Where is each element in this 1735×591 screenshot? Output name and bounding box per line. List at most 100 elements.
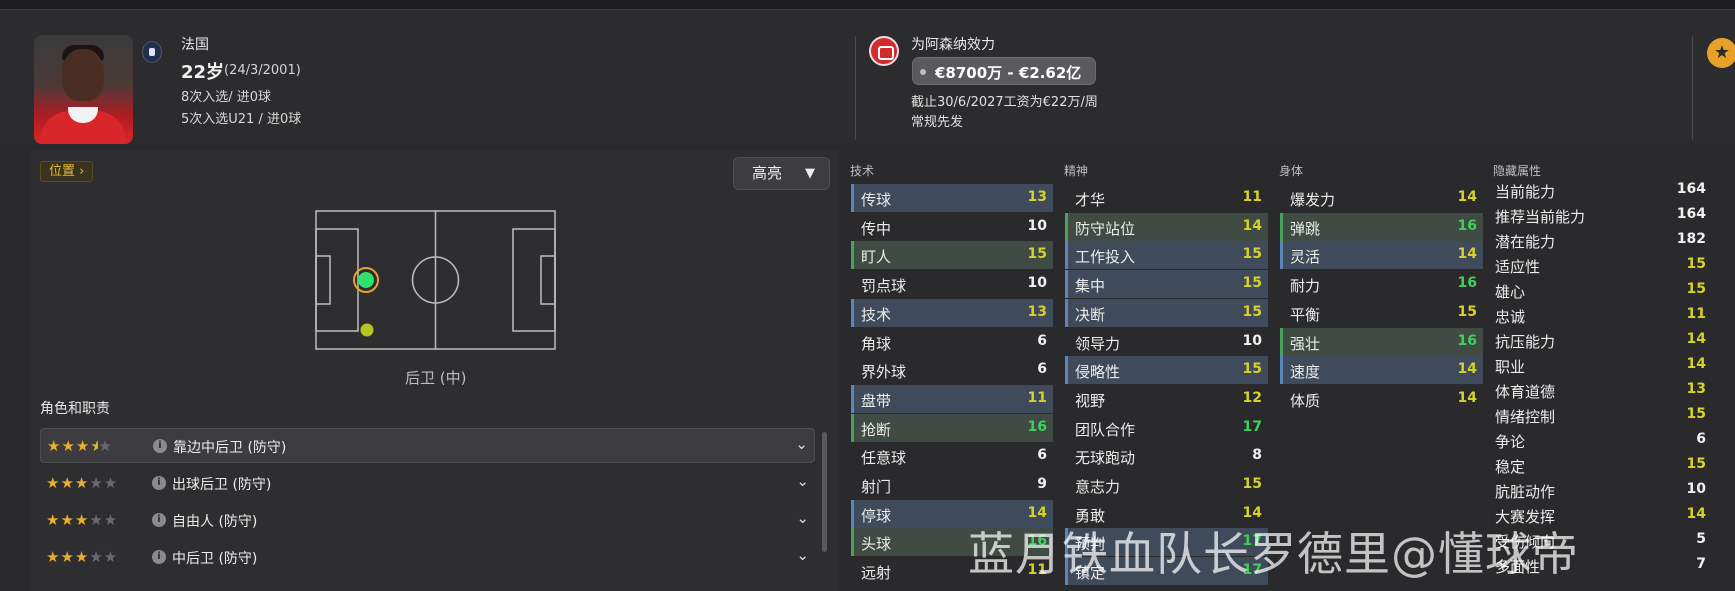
attr-name: 适应性 (1495, 258, 1541, 276)
hidden-attr-row[interactable]: 当前能力 164 (1493, 178, 1710, 203)
hidden-attr-row[interactable]: 争论 6 (1493, 428, 1710, 453)
attr-name: 传球 (861, 191, 892, 209)
role-row[interactable]: ★★★★★ i 出球后卫 (防守) ⌄ (40, 466, 815, 501)
role-row[interactable]: ★★★★★ i 靠边中后卫 (防守) ⌄ (40, 428, 815, 463)
physical-attr-row[interactable]: 强壮 16 (1280, 327, 1483, 356)
technical-attr-row[interactable]: 罚点球 10 (851, 270, 1053, 298)
attr-value: 16 (1457, 275, 1477, 292)
technical-attr-row[interactable]: 抢断 16 (851, 413, 1053, 442)
info-icon[interactable]: i (152, 513, 166, 527)
hidden-attr-row[interactable]: 雄心 15 (1493, 278, 1710, 303)
mental-attr-row[interactable]: 防守站位 14 (1065, 212, 1268, 241)
mental-attr-row[interactable]: 视野 12 (1065, 385, 1268, 413)
attr-value: 16 (1027, 418, 1047, 435)
attr-value: 6 (1037, 361, 1047, 378)
highlight-bar (851, 384, 854, 413)
hidden-attr-row[interactable]: 职业 14 (1493, 353, 1710, 378)
nationality[interactable]: 法国 (181, 34, 209, 54)
role-row[interactable]: ★★★★★ i 中后卫 (防守) ⌄ (40, 540, 815, 575)
attr-value: 13 (1027, 303, 1047, 320)
chevron-down-icon[interactable]: ⌄ (796, 546, 809, 564)
hidden-attr-row[interactable]: 体育道德 13 (1493, 378, 1710, 403)
header-divider-right (1692, 36, 1693, 140)
attr-value: 5 (1696, 531, 1706, 547)
attr-value: 164 (1676, 206, 1706, 222)
highlight-bar (1065, 241, 1068, 270)
attr-name: 稳定 (1495, 458, 1526, 476)
mental-attr-row[interactable]: 决断 15 (1065, 298, 1268, 327)
attr-name: 传中 (861, 219, 892, 238)
mental-attr-row[interactable]: 工作投入 15 (1065, 241, 1268, 270)
attr-value: 15 (1027, 246, 1047, 263)
highlight-dropdown[interactable]: 高亮 ▼ (733, 157, 830, 190)
club-line[interactable]: 为阿森纳效力 (911, 34, 995, 54)
hidden-attr-row[interactable]: 忠诚 11 (1493, 303, 1710, 328)
roles-scrollbar[interactable] (822, 432, 827, 552)
club-badge-icon[interactable] (869, 36, 899, 66)
technical-attr-row[interactable]: 盘带 11 (851, 384, 1053, 413)
info-icon[interactable]: i (152, 550, 166, 564)
attr-value: 10 (1242, 332, 1262, 349)
physical-attr-row[interactable]: 爆发力 14 (1280, 184, 1483, 212)
role-name: 靠边中后卫 (防守) (173, 440, 287, 456)
mental-attr-row[interactable]: 团队合作 17 (1065, 414, 1268, 442)
attr-name: 平衡 (1290, 305, 1321, 324)
mental-attr-row[interactable]: 意志力 15 (1065, 471, 1268, 499)
chevron-down-icon[interactable]: ⌄ (795, 435, 808, 453)
role-row[interactable]: ★★★★★ i 自由人 (防守) ⌄ (40, 503, 815, 538)
favorite-star-icon[interactable]: ★ (1707, 38, 1735, 68)
info-icon[interactable]: i (152, 476, 166, 490)
attr-value: 15 (1686, 281, 1706, 297)
natural-position-marker (358, 272, 374, 288)
technical-attr-row[interactable]: 传中 10 (851, 213, 1053, 241)
mental-attr-row[interactable]: 无球跑动 8 (1065, 442, 1268, 470)
hidden-attr-row[interactable]: 稳定 15 (1493, 453, 1710, 478)
highlight-bar (1065, 212, 1068, 241)
hidden-attr-row[interactable]: 情绪控制 15 (1493, 403, 1710, 428)
technical-attr-row[interactable]: 角球 6 (851, 328, 1053, 356)
chevron-down-icon[interactable]: ⌄ (796, 472, 809, 490)
hidden-attr-row[interactable]: 抗压能力 14 (1493, 328, 1710, 353)
attr-name: 界外球 (861, 363, 907, 382)
technical-attr-row[interactable]: 盯人 15 (851, 241, 1053, 270)
national-team-badge-icon[interactable] (142, 41, 162, 63)
physical-attr-row[interactable]: 灵活 14 (1280, 241, 1483, 270)
mental-attr-row[interactable]: 侵略性 15 (1065, 356, 1268, 385)
attr-value: 10 (1027, 275, 1047, 292)
hidden-attr-row[interactable]: 潜在能力 182 (1493, 228, 1710, 253)
attr-name: 集中 (1075, 277, 1106, 296)
hidden-attr-row[interactable]: 肮脏动作 10 (1493, 478, 1710, 503)
attr-value: 9 (1037, 476, 1047, 492)
physical-attr-row[interactable]: 耐力 16 (1280, 270, 1483, 298)
hidden-attr-row[interactable]: 推荐当前能力 164 (1493, 203, 1710, 228)
mental-attr-row[interactable]: 领导力 10 (1065, 328, 1268, 356)
highlight-bar (851, 413, 854, 442)
technical-attr-row[interactable]: 界外球 6 (851, 356, 1053, 384)
technical-title: 技术 (850, 164, 875, 178)
attr-value: 182 (1676, 231, 1706, 247)
secondary-position-marker (360, 323, 374, 337)
physical-attr-row[interactable]: 速度 14 (1280, 356, 1483, 385)
attr-name: 雄心 (1495, 283, 1526, 301)
mental-attr-row[interactable]: 才华 11 (1065, 184, 1268, 212)
physical-attr-row[interactable]: 平衡 15 (1280, 299, 1483, 327)
attr-value: 10 (1686, 481, 1706, 497)
u21-caps: 5次入选U21 / 进0球 (181, 112, 302, 127)
hidden-attr-row[interactable]: 适应性 15 (1493, 253, 1710, 278)
technical-attr-row[interactable]: 传球 13 (851, 184, 1053, 212)
info-icon[interactable]: i (153, 439, 167, 453)
physical-attr-row[interactable]: 体质 14 (1280, 385, 1483, 413)
technical-attr-row[interactable]: 技术 13 (851, 298, 1053, 327)
highlight-bar (1280, 327, 1283, 356)
attr-value: 15 (1686, 406, 1706, 422)
mental-attr-row[interactable]: 集中 15 (1065, 270, 1268, 299)
technical-attr-row[interactable]: 任意球 6 (851, 442, 1053, 470)
position-tab[interactable]: 位置 › (40, 161, 94, 182)
highlight-bar (1280, 241, 1283, 270)
attr-value: 17 (1242, 418, 1262, 435)
technical-attr-row[interactable]: 射门 9 (851, 471, 1053, 499)
chevron-down-icon[interactable]: ⌄ (796, 509, 809, 527)
attr-value: 15 (1457, 303, 1477, 320)
physical-attr-row[interactable]: 弹跳 16 (1280, 212, 1483, 241)
transfer-value-badge[interactable]: €8700万 - €2.62亿 (912, 57, 1096, 85)
